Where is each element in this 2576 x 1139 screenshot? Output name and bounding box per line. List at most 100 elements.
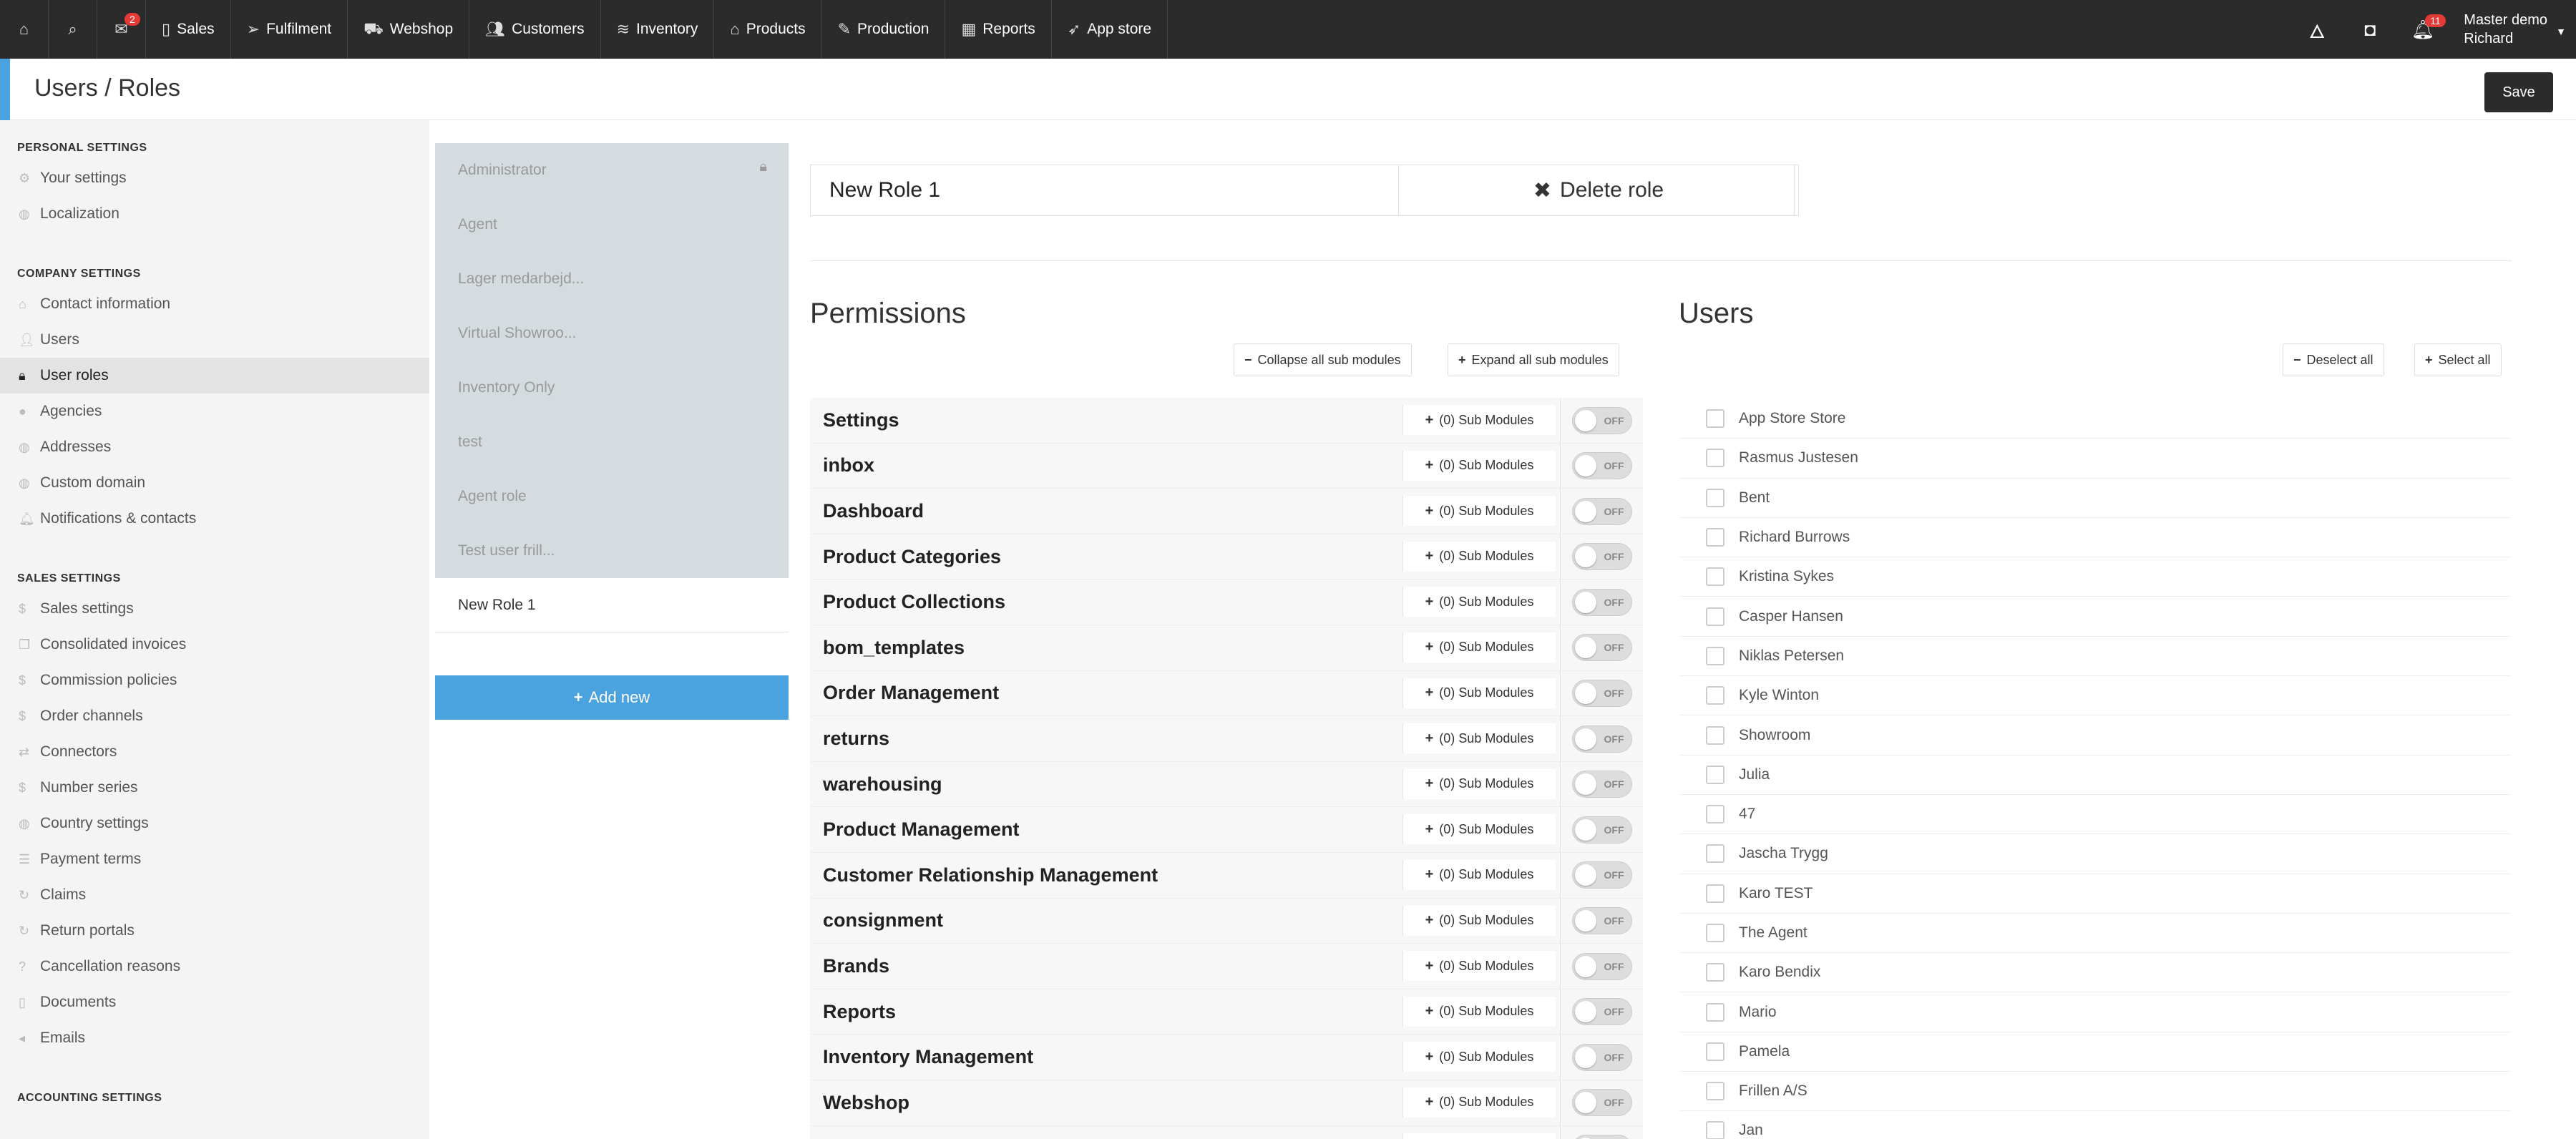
user-checkbox[interactable]	[1706, 963, 1724, 982]
permission-toggle[interactable]: OFF	[1571, 1135, 1632, 1139]
permission-toggle[interactable]: OFF	[1571, 680, 1632, 708]
collapse-all-button[interactable]: − Collapse all sub modules	[1234, 343, 1412, 376]
user-checkbox[interactable]	[1706, 844, 1724, 864]
user-row[interactable]: Showroom	[1679, 715, 2512, 756]
user-checkbox[interactable]	[1706, 607, 1724, 626]
sub-modules-button[interactable]: +(0) Sub Modules	[1402, 859, 1556, 890]
user-row[interactable]: Frillen A/S	[1679, 1072, 2512, 1112]
user-checkbox[interactable]	[1706, 765, 1724, 784]
permission-toggle[interactable]: OFF	[1571, 861, 1632, 889]
notifications-button[interactable]: 🔔︎ 11	[2396, 14, 2449, 41]
user-checkbox[interactable]	[1706, 884, 1724, 903]
sub-modules-button[interactable]: +(0) Sub Modules	[1402, 996, 1556, 1027]
sidebar-item-localization[interactable]: ◍ Localization	[0, 196, 429, 232]
user-menu[interactable]: Master demo Richard ▼	[2449, 11, 2576, 48]
permission-toggle[interactable]: OFF	[1571, 816, 1632, 844]
user-row[interactable]: Jan	[1679, 1111, 2512, 1139]
sidebar-item-addresses[interactable]: ◍ Addresses	[0, 429, 429, 465]
nav-item-fulfilment[interactable]: ➢ Fulfilment	[231, 0, 348, 59]
user-row[interactable]: Karo TEST	[1679, 874, 2512, 914]
sidebar-item-claims[interactable]: ↻ Claims	[0, 877, 429, 913]
user-checkbox[interactable]	[1706, 1042, 1724, 1061]
permission-toggle[interactable]: OFF	[1571, 634, 1632, 662]
deselect-all-button[interactable]: − Deselect all	[2283, 343, 2384, 376]
user-row[interactable]: Kyle Winton	[1679, 676, 2512, 716]
permission-toggle[interactable]: OFF	[1571, 543, 1632, 571]
permission-toggle[interactable]: OFF	[1571, 998, 1632, 1026]
nav-item-customers[interactable]: 👥︎ Customers	[469, 0, 601, 59]
sidebar-item-consolidated-invoices[interactable]: ❐ Consolidated invoices	[0, 627, 429, 663]
permission-toggle[interactable]: OFF	[1571, 588, 1632, 616]
user-checkbox[interactable]	[1706, 924, 1724, 942]
sidebar-item-user-roles[interactable]: 🔒︎ User roles	[0, 358, 429, 393]
permission-toggle[interactable]: OFF	[1571, 725, 1632, 753]
add-new-role-button[interactable]: + Add new	[435, 675, 789, 720]
role-item[interactable]: Administrator 🔒︎	[435, 143, 789, 197]
sidebar-item-country-settings[interactable]: ◍ Country settings	[0, 806, 429, 841]
user-row[interactable]: Julia	[1679, 756, 2512, 795]
permission-toggle[interactable]: OFF	[1571, 907, 1632, 935]
user-checkbox[interactable]	[1706, 1082, 1724, 1101]
sub-modules-button[interactable]: +(0) Sub Modules	[1402, 814, 1556, 845]
sidebar-item-order-channels[interactable]: $ Order channels	[0, 698, 429, 734]
sub-modules-button[interactable]: +(0) Sub Modules	[1402, 1133, 1556, 1139]
role-item[interactable]: test	[435, 415, 789, 469]
sidebar-item-connectors[interactable]: ⇄ Connectors	[0, 734, 429, 770]
role-item[interactable]: Inventory Only	[435, 361, 789, 415]
sub-modules-button[interactable]: +(0) Sub Modules	[1402, 541, 1556, 572]
user-checkbox[interactable]	[1706, 449, 1724, 468]
user-row[interactable]: Pamela	[1679, 1032, 2512, 1072]
sidebar-item-number-series[interactable]: $ Number series	[0, 770, 429, 806]
user-checkbox[interactable]	[1706, 528, 1724, 547]
user-row[interactable]: Rasmus Justesen	[1679, 439, 2512, 479]
permission-toggle[interactable]: OFF	[1571, 406, 1632, 434]
robot-button[interactable]: ◘	[2343, 19, 2396, 41]
home-button[interactable]: ⌂	[0, 0, 49, 59]
nav-item-webshop[interactable]: ⛟ Webshop	[348, 0, 470, 59]
permission-toggle[interactable]: OFF	[1571, 952, 1632, 980]
save-button[interactable]: Save	[2484, 72, 2553, 112]
user-checkbox[interactable]	[1706, 805, 1724, 824]
sub-modules-button[interactable]: +(0) Sub Modules	[1402, 678, 1556, 708]
role-item[interactable]: Test user frill...	[435, 524, 789, 578]
user-row[interactable]: Karo Bendix	[1679, 953, 2512, 993]
search-button[interactable]: ⌕	[49, 0, 97, 59]
sub-modules-button[interactable]: +(0) Sub Modules	[1402, 450, 1556, 481]
user-checkbox[interactable]	[1706, 646, 1724, 665]
role-item[interactable]: Lager medarbejd...	[435, 252, 789, 306]
sub-modules-button[interactable]: +(0) Sub Modules	[1402, 723, 1556, 754]
sidebar-item-commission-policies[interactable]: $ Commission policies	[0, 663, 429, 698]
delete-role-button[interactable]: ✖ Delete role	[1398, 165, 1799, 216]
user-checkbox[interactable]	[1706, 1002, 1724, 1022]
user-row[interactable]: Richard Burrows	[1679, 518, 2512, 558]
permission-toggle[interactable]: OFF	[1571, 1089, 1632, 1117]
sub-modules-button[interactable]: +(0) Sub Modules	[1402, 496, 1556, 527]
role-item[interactable]: Virtual Showroo...	[435, 306, 789, 361]
user-checkbox[interactable]	[1706, 686, 1724, 705]
sidebar-item-cancellation-reasons[interactable]: ? Cancellation reasons	[0, 949, 429, 984]
sub-modules-button[interactable]: +(0) Sub Modules	[1402, 1042, 1556, 1072]
user-row[interactable]: Kristina Sykes	[1679, 557, 2512, 597]
user-row[interactable]: Bent	[1679, 479, 2512, 518]
nav-item-production[interactable]: ✎ Production	[822, 0, 946, 59]
sidebar-item-notifications-contacts[interactable]: 🔔︎ Notifications & contacts	[0, 501, 429, 537]
sub-modules-button[interactable]: +(0) Sub Modules	[1402, 405, 1556, 435]
nav-item-reports[interactable]: ▦ Reports	[945, 0, 1052, 59]
user-row[interactable]: App Store Store	[1679, 399, 2512, 439]
sidebar-item-sales-settings[interactable]: $ Sales settings	[0, 591, 429, 627]
sidebar-item-contact-information[interactable]: ⌂ Contact information	[0, 286, 429, 322]
permission-toggle[interactable]: OFF	[1571, 452, 1632, 480]
fire-button[interactable]: 🜂	[2290, 11, 2343, 49]
sidebar-item-custom-domain[interactable]: ◍ Custom domain	[0, 465, 429, 501]
user-checkbox[interactable]	[1706, 725, 1724, 745]
select-all-button[interactable]: + Select all	[2414, 343, 2502, 376]
user-row[interactable]: 47	[1679, 795, 2512, 835]
user-checkbox[interactable]	[1706, 567, 1724, 587]
sidebar-item-documents[interactable]: ▯ Documents	[0, 984, 429, 1020]
user-row[interactable]: Jascha Trygg	[1679, 834, 2512, 874]
sub-modules-button[interactable]: +(0) Sub Modules	[1402, 951, 1556, 982]
sidebar-item-emails[interactable]: ◂ Emails	[0, 1020, 429, 1056]
user-row[interactable]: Niklas Petersen	[1679, 637, 2512, 677]
user-checkbox[interactable]	[1706, 409, 1724, 429]
role-item[interactable]: Agent	[435, 197, 789, 252]
